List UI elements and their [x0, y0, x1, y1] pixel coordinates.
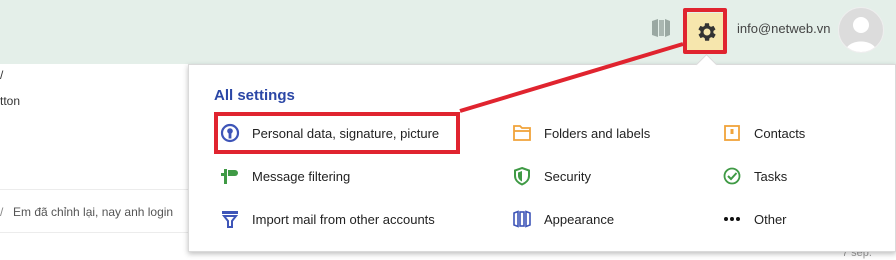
- settings-item-import[interactable]: Import mail from other accounts: [220, 206, 435, 232]
- divider: [0, 189, 188, 190]
- settings-item-label: Message filtering: [252, 168, 351, 184]
- user-silhouette-icon: [845, 17, 877, 52]
- avatar[interactable]: [838, 7, 884, 53]
- settings-item-appearance[interactable]: Appearance: [512, 206, 614, 232]
- theme-icon[interactable]: [650, 17, 672, 39]
- settings-item-label: Appearance: [544, 211, 615, 227]
- highlight-gear: [683, 8, 727, 54]
- import-icon: [220, 209, 240, 229]
- settings-item-label: Contacts: [754, 125, 806, 141]
- settings-item-filtering[interactable]: Message filtering: [220, 163, 350, 189]
- settings-item-label: Other: [754, 211, 787, 227]
- settings-item-security[interactable]: Security: [512, 163, 591, 189]
- settings-item-other[interactable]: Other: [722, 206, 787, 232]
- shield-icon: [512, 166, 532, 186]
- appearance-icon: [512, 209, 532, 229]
- bg-fragment: /: [0, 68, 4, 82]
- settings-item-folders[interactable]: Folders and labels: [512, 120, 650, 146]
- bg-fragment: /: [0, 205, 4, 219]
- more-icon: [722, 209, 742, 229]
- settings-item-contacts[interactable]: Contacts: [722, 120, 805, 146]
- tasks-icon: [722, 166, 742, 186]
- bg-fragment: tton: [0, 94, 21, 108]
- settings-item-tasks[interactable]: Tasks: [722, 163, 787, 189]
- folder-icon: [512, 123, 532, 143]
- divider: [0, 232, 188, 233]
- settings-item-label: Tasks: [754, 168, 788, 184]
- all-settings-link[interactable]: All settings: [214, 87, 295, 104]
- filter-icon: [220, 166, 240, 186]
- contacts-icon: [722, 123, 742, 143]
- settings-item-label: Folders and labels: [544, 125, 651, 141]
- message-preview[interactable]: Em đã chỉnh lại, nay anh login: [13, 205, 173, 219]
- settings-item-label: Security: [544, 168, 591, 184]
- settings-item-label: Import mail from other accounts: [252, 211, 435, 227]
- user-email[interactable]: info@netweb.vn: [737, 21, 830, 36]
- highlight-personal-data: [214, 112, 460, 154]
